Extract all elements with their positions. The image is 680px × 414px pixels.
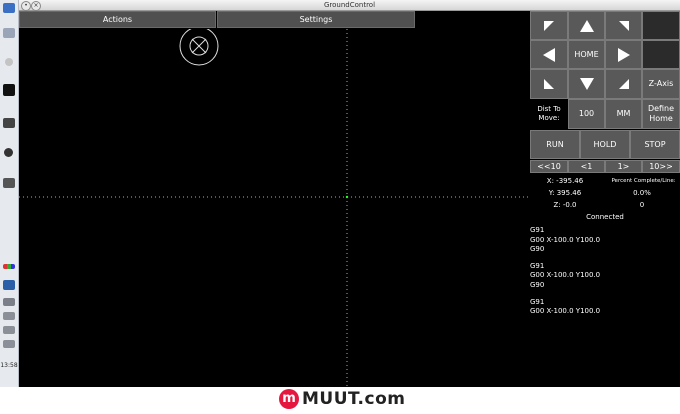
line-number-value: 0 — [639, 201, 645, 209]
dist-to-move-label: Dist To Move: — [537, 105, 561, 122]
actions-button[interactable]: Actions — [19, 11, 216, 28]
logo-mark: m — [279, 389, 299, 409]
percent-complete-value: 0.0% — [633, 189, 651, 197]
step-forward-10-button[interactable]: 10>> — [642, 160, 680, 173]
arrow-up-left-icon — [544, 20, 554, 31]
arrow-up-right-icon — [618, 20, 629, 31]
logo-text: MUUT.com — [302, 389, 406, 409]
volume-icon[interactable] — [3, 312, 15, 320]
tools-icon[interactable] — [3, 298, 15, 306]
units-button[interactable]: MM — [605, 99, 642, 129]
arrow-left-icon — [543, 47, 555, 62]
jog-up-left-button[interactable] — [530, 11, 568, 40]
z-position: Z: -0.0 — [553, 201, 577, 209]
network-icon[interactable] — [3, 280, 15, 290]
arrow-down-left-icon — [544, 79, 554, 89]
media-icon[interactable] — [4, 148, 13, 157]
z-axis-button[interactable]: Z-Axis — [642, 69, 680, 99]
x-position: X: -395.46 — [546, 177, 584, 185]
origin-dot — [345, 195, 349, 199]
arrow-down-right-icon — [618, 79, 629, 89]
taskbar: 13:58 — [0, 0, 19, 387]
jog-right-button[interactable] — [605, 40, 642, 69]
drawing-canvas[interactable] — [19, 26, 530, 387]
arrow-right-icon — [617, 47, 630, 62]
muut-logo: m MUUT.com — [279, 389, 405, 409]
connection-status: Connected — [586, 213, 624, 221]
battery-icon[interactable] — [3, 326, 15, 334]
step-back-10-button[interactable]: <<10 — [530, 160, 568, 173]
run-button[interactable]: RUN — [530, 130, 580, 159]
app-icon[interactable] — [3, 28, 15, 38]
y-position: Y: 395.46 — [548, 189, 582, 197]
distance-input[interactable]: 100 — [568, 99, 605, 129]
device-icon[interactable] — [3, 340, 15, 348]
define-home-button[interactable]: Define Home — [642, 99, 680, 129]
jog-up-right-button[interactable] — [605, 11, 642, 40]
arrow-up-icon — [579, 19, 594, 32]
canvas-svg — [19, 26, 530, 387]
status-icon[interactable] — [5, 58, 13, 66]
task-icon[interactable] — [3, 178, 15, 188]
home-button[interactable]: HOME — [568, 40, 605, 69]
clock: 13:58 — [0, 362, 18, 369]
settings-button[interactable]: Settings — [217, 11, 415, 28]
title-bar: • × GroundControl — [19, 0, 680, 11]
start-menu-icon[interactable] — [3, 3, 15, 13]
stop-button[interactable]: STOP — [630, 130, 680, 159]
percent-complete-label: Percent Complete/Line: — [611, 178, 676, 184]
gcode-line: G00 X-100.0 Y100.0 — [530, 236, 601, 244]
jog-down-left-button[interactable] — [530, 69, 568, 99]
hold-button[interactable]: HOLD — [580, 130, 630, 159]
gcode-line: G91 — [530, 298, 545, 306]
blank-button[interactable] — [642, 11, 680, 40]
jog-left-button[interactable] — [530, 40, 568, 69]
jog-down-button[interactable] — [568, 69, 605, 99]
terminal-icon[interactable] — [3, 118, 15, 128]
window-icon[interactable] — [3, 84, 15, 96]
gcode-line: G91 — [530, 262, 545, 270]
window-title: GroundControl — [323, 1, 376, 9]
gcode-line: G91 — [530, 226, 545, 234]
gcode-line: G90 — [530, 245, 545, 253]
jog-down-right-button[interactable] — [605, 69, 642, 99]
blank-button[interactable] — [642, 40, 680, 69]
gcode-line: G90 — [530, 281, 545, 289]
jog-up-button[interactable] — [568, 11, 605, 40]
gcode-line: G00 X-100.0 Y100.0 — [530, 307, 601, 315]
tool-position-icon — [179, 26, 219, 66]
color-icon[interactable] — [3, 264, 15, 269]
step-back-1-button[interactable]: <1 — [568, 160, 605, 173]
step-forward-1-button[interactable]: 1> — [605, 160, 642, 173]
gcode-line: G00 X-100.0 Y100.0 — [530, 271, 601, 279]
arrow-down-icon — [579, 78, 594, 90]
